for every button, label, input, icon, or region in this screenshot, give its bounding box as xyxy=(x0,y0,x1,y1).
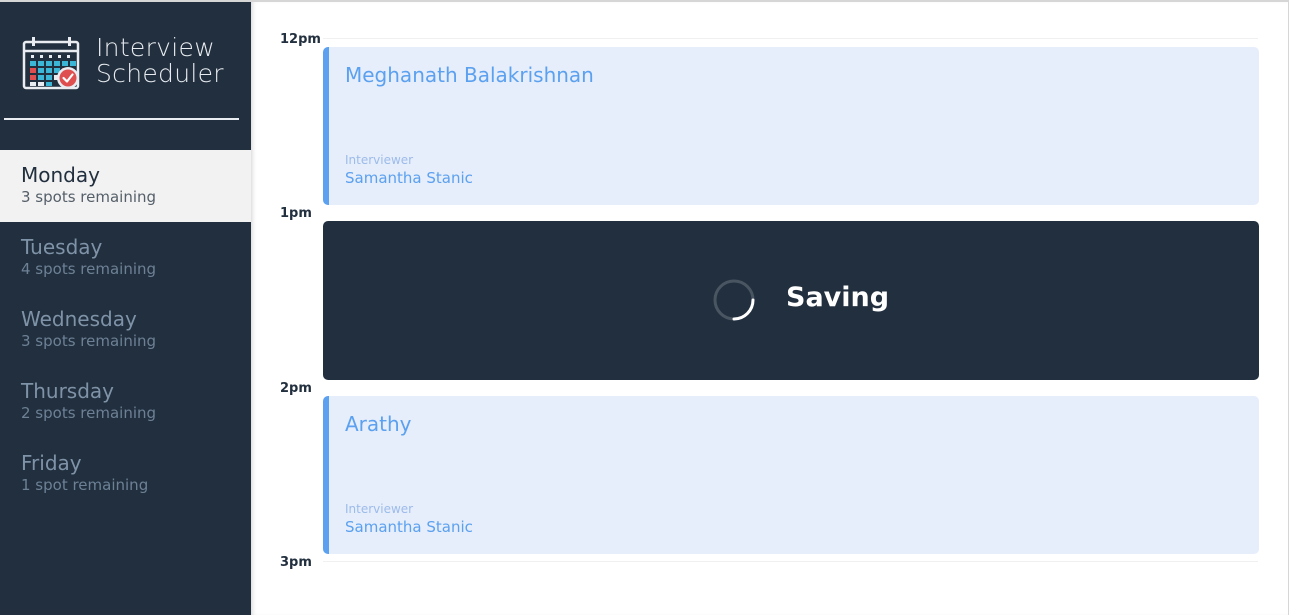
day-spots: 4 spots remaining xyxy=(21,260,157,278)
day-spots: 2 spots remaining xyxy=(21,404,157,422)
app-title-line2: Scheduler xyxy=(96,59,224,88)
spinner-icon xyxy=(713,279,755,321)
appointment-card[interactable]: Arathy Interviewer Samantha Stanic xyxy=(323,396,1259,554)
student-name: Meghanath Balakrishnan xyxy=(345,63,594,87)
day-name: Monday xyxy=(21,163,100,187)
interviewer-caption: Interviewer xyxy=(345,502,414,516)
day-name: Thursday xyxy=(21,379,114,403)
schedule: 12pm Meghanath Balakrishnan Interviewer … xyxy=(251,2,1288,615)
day-list: Monday 3 spots remaining Tuesday 4 spots… xyxy=(0,150,251,510)
day-spots: 1 spot remaining xyxy=(21,476,149,494)
interviewer-name: Samantha Stanic xyxy=(345,169,473,187)
time-label-3pm: 3pm xyxy=(280,555,312,570)
time-label-2pm: 2pm xyxy=(280,381,312,396)
appointment-card[interactable]: Meghanath Balakrishnan Interviewer Saman… xyxy=(323,47,1259,205)
saving-text: Saving xyxy=(786,282,890,313)
day-name: Tuesday xyxy=(21,235,103,259)
time-label-12pm: 12pm xyxy=(280,32,321,47)
interviewer-name: Samantha Stanic xyxy=(345,518,473,536)
interviewer-caption: Interviewer xyxy=(345,153,414,167)
saving-status: Saving xyxy=(323,221,1259,380)
sidebar: Interview Scheduler Monday 3 spots remai… xyxy=(0,2,251,615)
day-name: Friday xyxy=(21,451,82,475)
app: Interview Scheduler Monday 3 spots remai… xyxy=(0,0,1289,615)
student-name: Arathy xyxy=(345,412,412,436)
day-spots: 3 spots remaining xyxy=(21,332,157,350)
time-label-1pm: 1pm xyxy=(280,206,312,221)
calendar-check-icon xyxy=(22,37,80,90)
day-item-wednesday[interactable]: Wednesday 3 spots remaining xyxy=(0,294,251,366)
app-title-line1: Interview xyxy=(96,33,215,62)
sidebar-divider xyxy=(4,118,239,120)
app-title: Interview Scheduler xyxy=(96,35,224,87)
day-item-tuesday[interactable]: Tuesday 4 spots remaining xyxy=(0,222,251,294)
day-item-monday[interactable]: Monday 3 spots remaining xyxy=(0,150,251,222)
day-spots: 3 spots remaining xyxy=(21,188,157,206)
time-divider xyxy=(323,561,1258,562)
time-divider xyxy=(323,38,1258,39)
day-name: Wednesday xyxy=(21,307,137,331)
day-item-thursday[interactable]: Thursday 2 spots remaining xyxy=(0,366,251,438)
day-item-friday[interactable]: Friday 1 spot remaining xyxy=(0,438,251,510)
